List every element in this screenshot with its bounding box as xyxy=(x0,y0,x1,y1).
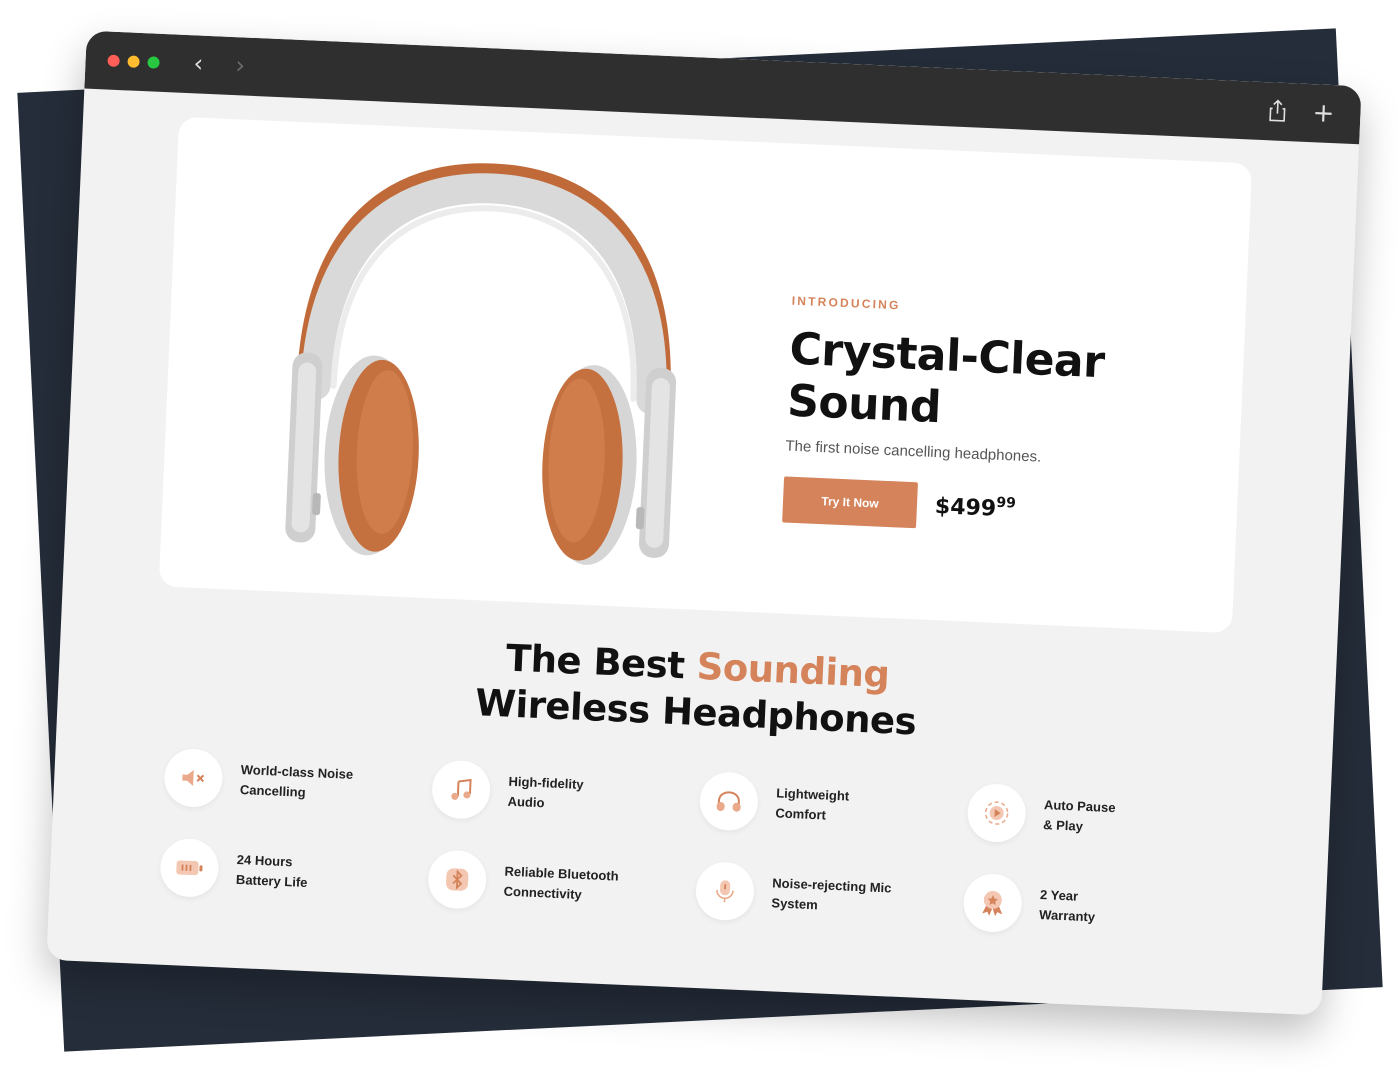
play-icon xyxy=(966,782,1027,844)
close-window-button[interactable] xyxy=(107,54,120,68)
price-cents: 99 xyxy=(996,494,1017,512)
forward-arrow-icon[interactable]: › xyxy=(235,51,246,79)
headphones-image xyxy=(256,151,714,590)
browser-window: ‹ › + INTRODUCING Crystal-Clear Sound Th… xyxy=(46,30,1362,1016)
speaker-mute-icon xyxy=(163,747,224,809)
award-icon xyxy=(962,872,1023,934)
microphone-icon xyxy=(694,861,756,922)
stage: ‹ › + INTRODUCING Crystal-Clear Sound Th… xyxy=(0,0,1398,1081)
section-title: The Best Sounding Wireless Headphones xyxy=(57,616,1336,764)
feature-label: Reliable Bluetooth Connectivity xyxy=(503,862,655,909)
music-note-icon xyxy=(430,759,492,820)
feature-label: Lightweight Comfort xyxy=(775,783,927,830)
feature-label: High-fidelity Audio xyxy=(507,772,659,819)
battery-icon xyxy=(159,837,220,899)
feature-item: World-class Noise Cancelling xyxy=(163,747,425,818)
feature-label: 2 Year Warranty xyxy=(1039,885,1191,932)
minimize-window-button[interactable] xyxy=(127,55,140,68)
feature-item: 2 Year Warranty xyxy=(962,872,1224,943)
try-it-now-button[interactable]: Try It Now xyxy=(782,476,918,529)
new-tab-icon[interactable]: + xyxy=(1310,98,1337,129)
feature-item: Reliable Bluetooth Connectivity xyxy=(426,848,689,919)
feature-item: Lightweight Comfort xyxy=(698,770,961,841)
hero-text-block: INTRODUCING Crystal-Clear Sound The firs… xyxy=(782,294,1212,541)
back-arrow-icon[interactable]: ‹ xyxy=(193,49,204,77)
cta-row: Try It Now $49999 xyxy=(782,476,1204,540)
feature-label: World-class Noise Cancelling xyxy=(239,760,391,807)
hero-card: INTRODUCING Crystal-Clear Sound The firs… xyxy=(158,116,1253,634)
bluetooth-icon xyxy=(426,849,488,910)
features-grid: World-class Noise Cancelling High-fideli… xyxy=(159,747,1245,934)
feature-label: 24 Hours Battery Life xyxy=(236,850,388,897)
headphones-icon xyxy=(698,771,760,832)
price-label: $49999 xyxy=(934,494,1016,522)
feature-item: Noise-rejecting Mic System xyxy=(694,860,957,931)
feature-item: High-fidelity Audio xyxy=(430,758,693,829)
hero-headline: Crystal-Clear Sound xyxy=(786,324,1210,446)
share-icon[interactable] xyxy=(1266,98,1293,125)
feature-label: Noise-rejecting Mic System xyxy=(771,873,923,920)
feature-item: 24 Hours Battery Life xyxy=(159,837,421,908)
section-title-part1: The Best xyxy=(505,636,698,688)
feature-item: Auto Pause & Play xyxy=(966,782,1228,853)
section-title-accent: Sounding xyxy=(695,644,891,697)
eyebrow-label: INTRODUCING xyxy=(791,293,901,313)
maximize-window-button[interactable] xyxy=(147,56,160,69)
price-main: $499 xyxy=(934,493,997,522)
feature-label: Auto Pause & Play xyxy=(1043,795,1195,842)
